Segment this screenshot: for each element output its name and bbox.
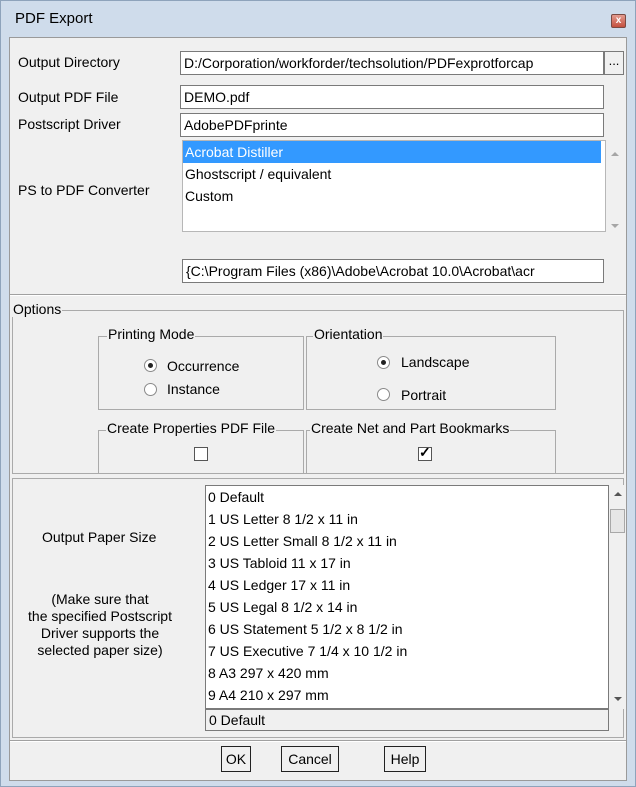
paper-size-option[interactable]: 2 US Letter Small 8 1/2 x 11 in bbox=[206, 530, 608, 552]
landscape-label[interactable]: Landscape bbox=[401, 354, 470, 370]
paper-size-scrollbar[interactable] bbox=[609, 485, 626, 709]
paper-size-label: Output Paper Size bbox=[42, 529, 157, 545]
output-pdf-file-input[interactable]: DEMO.pdf bbox=[180, 85, 604, 109]
create-properties-label: Create Properties PDF File bbox=[106, 420, 277, 436]
note-line: Driver supports the bbox=[40, 625, 160, 641]
title-bar[interactable]: PDF Export x bbox=[1, 1, 635, 37]
scroll-up-icon[interactable] bbox=[611, 152, 619, 156]
paper-size-option[interactable]: 7 US Executive 7 1/4 x 10 1/2 in bbox=[206, 640, 608, 662]
converter-option[interactable]: Custom bbox=[183, 185, 605, 207]
paper-size-listbox[interactable]: 0 Default 1 US Letter 8 1/2 x 11 in 2 US… bbox=[205, 485, 609, 709]
paper-size-option[interactable]: 8 A3 297 x 420 mm bbox=[206, 662, 608, 684]
orientation-label: Orientation bbox=[313, 326, 384, 342]
paper-size-note: (Make sure that the specified Postscript… bbox=[22, 591, 178, 659]
divider bbox=[10, 740, 626, 742]
occurrence-radio[interactable] bbox=[144, 359, 157, 372]
scroll-down-icon[interactable] bbox=[611, 224, 619, 228]
paper-size-option[interactable]: 3 US Tabloid 11 x 17 in bbox=[206, 552, 608, 574]
create-bookmarks-label: Create Net and Part Bookmarks bbox=[310, 420, 511, 436]
selected-paper-size: 0 Default bbox=[205, 709, 609, 731]
paper-size-option[interactable]: 5 US Legal 8 1/2 x 14 in bbox=[206, 596, 608, 618]
paper-size-option[interactable]: 6 US Statement 5 1/2 x 8 1/2 in bbox=[206, 618, 608, 640]
output-directory-input[interactable]: D:/Corporation/workforder/techsolution/P… bbox=[180, 51, 604, 75]
help-button[interactable]: Help bbox=[384, 746, 426, 772]
converter-label: PS to PDF Converter bbox=[18, 182, 150, 198]
options-label: Options bbox=[12, 301, 63, 317]
instance-radio[interactable] bbox=[144, 383, 157, 396]
scroll-up-icon[interactable] bbox=[614, 492, 622, 496]
output-pdf-file-label: Output PDF File bbox=[18, 89, 119, 105]
landscape-radio[interactable] bbox=[377, 356, 390, 369]
occurrence-label[interactable]: Occurrence bbox=[167, 358, 239, 374]
close-icon[interactable]: x bbox=[611, 14, 626, 28]
divider bbox=[10, 294, 626, 296]
paper-size-option[interactable]: 0 Default bbox=[206, 486, 608, 508]
pdf-export-window: PDF Export x Output Directory D:/Corpora… bbox=[0, 0, 636, 787]
note-line: (Make sure that bbox=[51, 591, 149, 607]
instance-label[interactable]: Instance bbox=[167, 381, 220, 397]
portrait-radio[interactable] bbox=[377, 388, 390, 401]
paper-size-option[interactable]: 9 A4 210 x 297 mm bbox=[206, 684, 608, 706]
converter-scrollbar[interactable] bbox=[606, 140, 624, 232]
printing-mode-label: Printing Mode bbox=[107, 326, 196, 342]
browse-directory-button[interactable]: ... bbox=[604, 51, 624, 75]
postscript-driver-label: Postscript Driver bbox=[18, 116, 121, 132]
converter-option[interactable]: Acrobat Distiller bbox=[183, 141, 601, 163]
note-line: selected paper size) bbox=[37, 642, 163, 658]
converter-listbox[interactable]: Acrobat Distiller Ghostscript / equivale… bbox=[182, 140, 606, 232]
paper-size-option[interactable]: 1 US Letter 8 1/2 x 11 in bbox=[206, 508, 608, 530]
postscript-driver-input[interactable]: AdobePDFprinte bbox=[180, 113, 604, 137]
cancel-button[interactable]: Cancel bbox=[281, 746, 339, 772]
converter-option[interactable]: Ghostscript / equivalent bbox=[183, 163, 605, 185]
window-title: PDF Export bbox=[15, 10, 93, 27]
dialog-body: Output Directory D:/Corporation/workford… bbox=[9, 37, 627, 781]
create-properties-checkbox[interactable] bbox=[194, 447, 208, 461]
note-line: the specified Postscript bbox=[28, 608, 172, 624]
scroll-thumb[interactable] bbox=[610, 509, 625, 533]
converter-path-input[interactable]: {C:\Program Files (x86)\Adobe\Acrobat 10… bbox=[182, 259, 604, 283]
paper-size-option[interactable]: 4 US Ledger 17 x 11 in bbox=[206, 574, 608, 596]
ok-button[interactable]: OK bbox=[221, 746, 251, 772]
scroll-down-icon[interactable] bbox=[614, 697, 622, 701]
portrait-label[interactable]: Portrait bbox=[401, 387, 446, 403]
output-directory-label: Output Directory bbox=[18, 54, 120, 70]
create-bookmarks-checkbox[interactable] bbox=[418, 444, 432, 461]
